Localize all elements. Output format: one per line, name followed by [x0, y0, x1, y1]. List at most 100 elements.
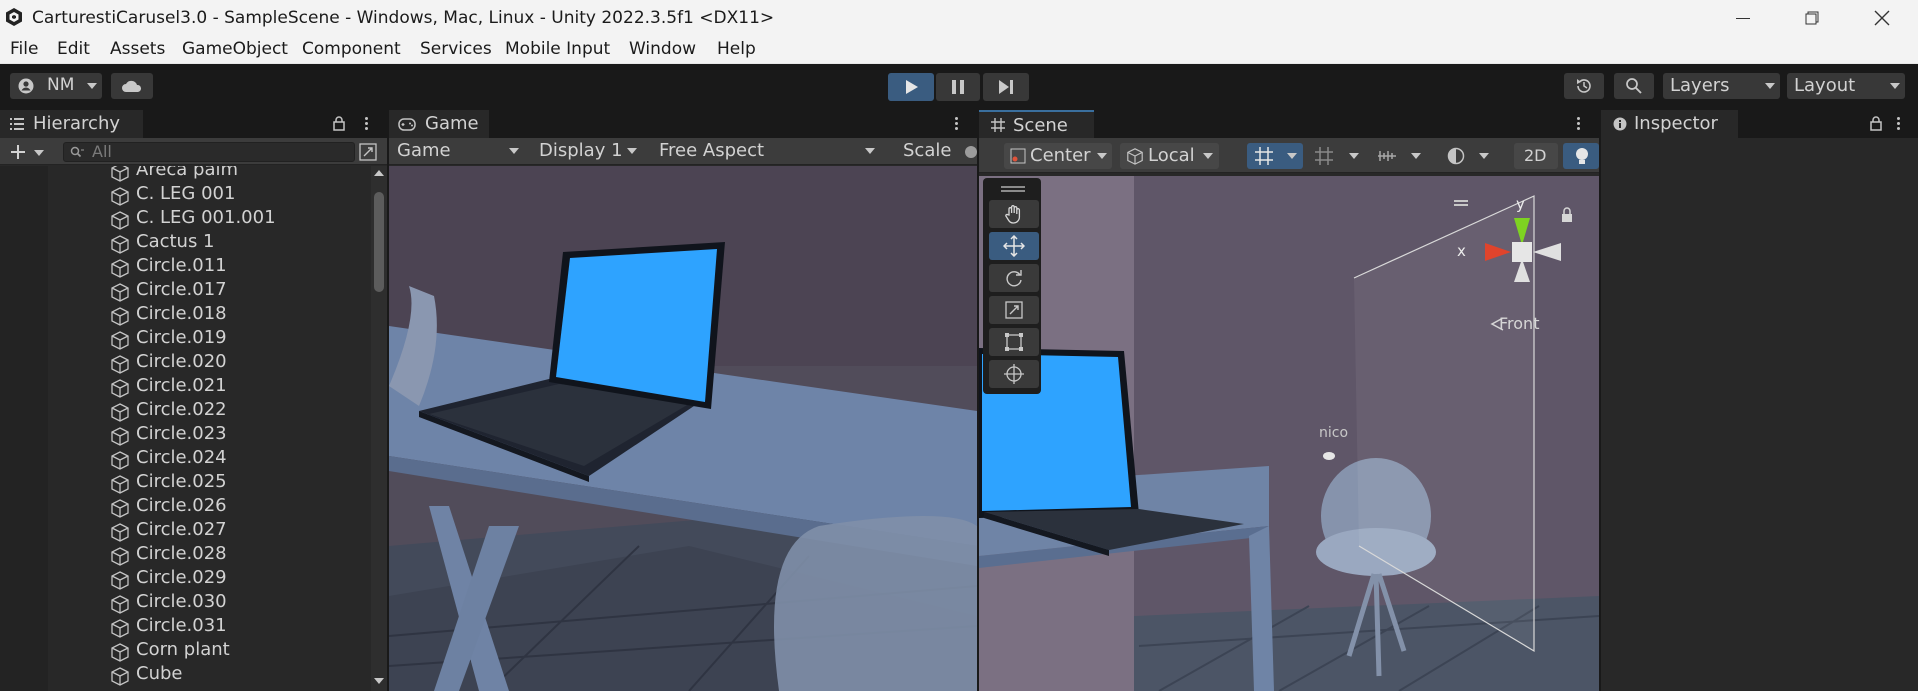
aspect-label: Free Aspect	[659, 140, 765, 161]
close-button[interactable]	[1854, 0, 1910, 36]
scene-visibility-icon[interactable]	[359, 143, 377, 161]
hierarchy-search-placeholder: All	[92, 142, 112, 161]
search-button[interactable]	[1614, 73, 1654, 99]
cloud-button[interactable]	[111, 73, 153, 99]
chevron-down-icon	[1765, 83, 1775, 89]
drag-handle[interactable]	[1001, 186, 1025, 188]
layout-dropdown[interactable]: Layout	[1787, 73, 1905, 99]
account-button[interactable]: NM	[10, 73, 102, 99]
tab-scene[interactable]: Scene	[979, 110, 1094, 138]
scene-viewport[interactable]: nico y x Front	[979, 176, 1599, 691]
account-label: NM	[47, 75, 75, 95]
transform-tool-button[interactable]	[989, 360, 1039, 388]
rect-transform-icon	[1005, 333, 1023, 351]
move-tool-button[interactable]	[989, 232, 1039, 260]
grid-snap-toggle[interactable]	[1247, 143, 1303, 169]
chevron-down-icon	[509, 148, 519, 154]
game-render	[389, 166, 977, 691]
menu-component[interactable]: Component	[302, 39, 401, 59]
lock-icon[interactable]	[333, 116, 345, 131]
gizmo-view-label[interactable]: Front	[1499, 314, 1539, 333]
account-icon	[18, 78, 34, 94]
play-button[interactable]	[888, 73, 934, 101]
inspector-panel: Inspector	[1601, 110, 1918, 691]
scene-panel: Scene Center Local 2D nico y x Front	[979, 110, 1599, 691]
cube-icon	[111, 475, 129, 494]
scene-menu-icon[interactable]	[1577, 117, 1581, 131]
rotate-tool-button[interactable]	[989, 264, 1039, 292]
scrollbar-thumb[interactable]	[374, 192, 384, 292]
mode-2d-label: 2D	[1524, 146, 1547, 165]
inspector-tab-label: Inspector	[1634, 113, 1718, 134]
scroll-down-icon[interactable]	[374, 678, 384, 684]
menu-services[interactable]: Services	[420, 39, 492, 59]
menu-help[interactable]: Help	[717, 39, 756, 59]
local-cube-icon	[1127, 148, 1143, 165]
hierarchy-search-input[interactable]: All	[63, 142, 355, 162]
tab-inspector[interactable]: Inspector	[1601, 110, 1738, 138]
menu-window[interactable]: Window	[629, 39, 696, 59]
lighting-toggle[interactable]	[1563, 143, 1599, 169]
create-button[interactable]	[6, 142, 46, 162]
increment-snap-toggle[interactable]	[1309, 143, 1365, 169]
restore-button[interactable]	[1784, 0, 1840, 36]
mode-2d-toggle[interactable]: 2D	[1514, 143, 1558, 169]
chevron-down-icon	[1097, 153, 1107, 159]
pivot-label: Center	[1030, 145, 1091, 166]
scale-slider-handle[interactable]	[965, 146, 977, 158]
tab-game[interactable]: Game	[389, 110, 489, 138]
game-panel: Game Game Display 1 Free Aspect Scale	[389, 110, 977, 691]
scene-tab-label: Scene	[1013, 115, 1068, 136]
rect-tool-button[interactable]	[989, 328, 1039, 356]
grid-snap-icon	[1255, 147, 1273, 165]
cube-icon	[111, 331, 129, 350]
game-menu-icon[interactable]	[955, 117, 959, 131]
chevron-down-icon	[1349, 153, 1359, 159]
menu-assets[interactable]: Assets	[110, 39, 165, 59]
scale-tool-button[interactable]	[989, 296, 1039, 324]
cube-icon	[111, 211, 129, 230]
game-viewport[interactable]	[389, 166, 977, 691]
scroll-up-icon[interactable]	[374, 170, 384, 176]
ruler-snap-toggle[interactable]	[1371, 143, 1427, 169]
hand-tool-button[interactable]	[989, 200, 1039, 228]
aspect-dropdown[interactable]: Free Aspect	[649, 138, 881, 164]
pause-button[interactable]	[936, 73, 980, 101]
pivot-dropdown[interactable]: Center	[1004, 143, 1112, 169]
space-dropdown[interactable]: Local	[1120, 143, 1219, 169]
display-label: Display 1	[539, 140, 623, 161]
inspector-body	[1601, 138, 1918, 691]
scale-icon	[1005, 301, 1023, 319]
shading-dropdown[interactable]	[1441, 143, 1497, 169]
grid-icon	[991, 118, 1005, 132]
layers-label: Layers	[1670, 75, 1730, 96]
inspector-menu-icon[interactable]	[1897, 117, 1901, 131]
drag-handle-line[interactable]	[1001, 190, 1025, 192]
display-dropdown[interactable]: Display 1	[529, 138, 645, 164]
tab-hierarchy[interactable]: Hierarchy	[0, 110, 143, 138]
menu-mobile-input[interactable]: Mobile Input	[505, 39, 610, 59]
scale-label: Scale	[903, 140, 952, 161]
cube-icon	[111, 427, 129, 446]
layers-dropdown[interactable]: Layers	[1663, 73, 1780, 99]
undo-history-button[interactable]	[1564, 73, 1604, 99]
search-icon	[70, 146, 84, 158]
hierarchy-menu-icon[interactable]	[365, 117, 369, 131]
move-icon	[1003, 235, 1025, 257]
hierarchy-toolbar: All	[0, 138, 387, 165]
gamepad-icon	[398, 118, 416, 131]
menu-file[interactable]: File	[10, 39, 38, 59]
menu-gameobject[interactable]: GameObject	[182, 39, 288, 59]
hierarchy-scrollbar[interactable]	[371, 166, 387, 691]
gizmo-x-label: x	[1457, 242, 1466, 260]
cube-icon	[111, 187, 129, 206]
minimize-button[interactable]	[1715, 0, 1771, 36]
transform-icon	[1004, 364, 1024, 384]
scene-toolbar: Center Local 2D	[979, 138, 1599, 173]
lock-icon[interactable]	[1870, 116, 1882, 131]
menu-edit[interactable]: Edit	[57, 39, 90, 59]
game-mode-dropdown[interactable]: Game	[391, 138, 525, 164]
cube-icon	[111, 667, 129, 686]
step-button[interactable]	[983, 73, 1029, 101]
minimize-icon	[1736, 17, 1750, 19]
